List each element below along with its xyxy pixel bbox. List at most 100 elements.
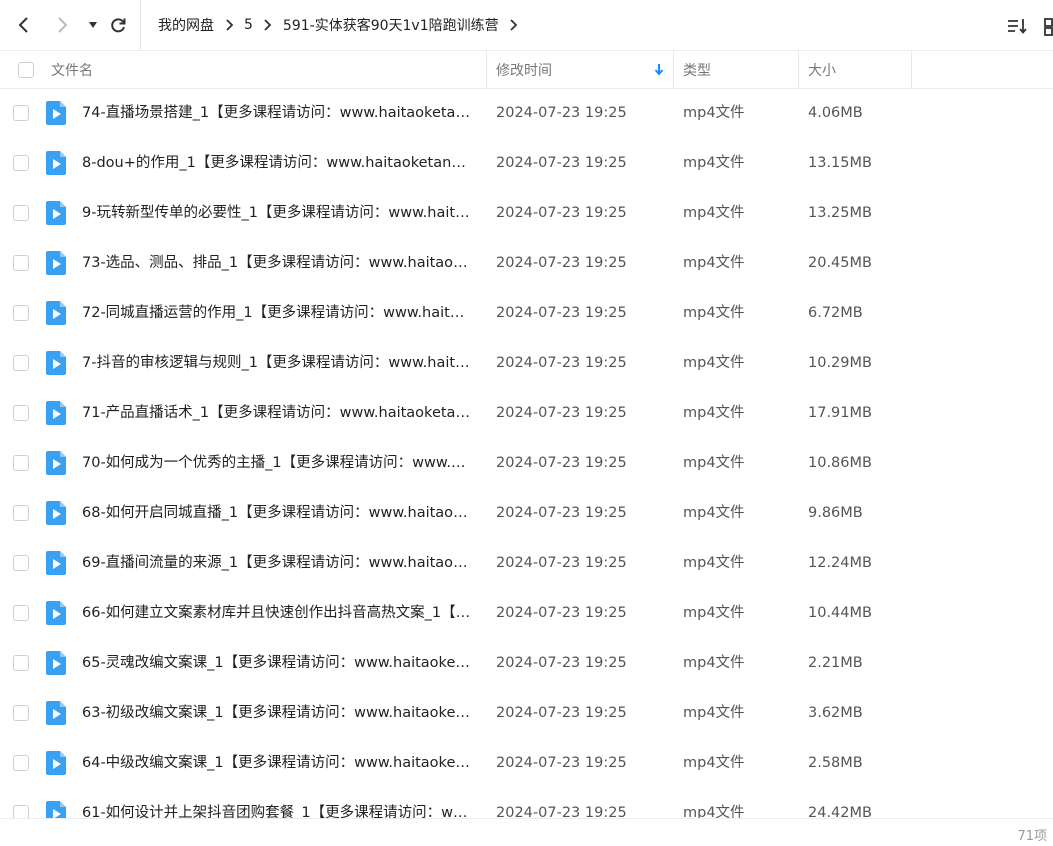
- file-name[interactable]: 9-玩转新型传单的必要性_1【更多课程请访问：www.haitaoketang.…: [82, 188, 472, 238]
- file-row[interactable]: 72-同城直播运营的作用_1【更多课程请访问：www.haitaoketang.…: [0, 288, 1053, 338]
- history-dropdown-button[interactable]: [82, 14, 104, 36]
- row-checkbox[interactable]: [13, 255, 29, 271]
- file-name[interactable]: 73-选品、测品、排品_1【更多课程请访问：www.haitaoketang.c…: [82, 238, 472, 288]
- file-row[interactable]: 8-dou+的作用_1【更多课程请访问：www.haitaoketang.com…: [0, 138, 1053, 188]
- file-name[interactable]: 7-抖音的审核逻辑与规则_1【更多课程请访问：www.haitaoketang.…: [82, 338, 472, 388]
- file-name[interactable]: 71-产品直播话术_1【更多课程请访问：www.haitaoketang.com…: [82, 388, 472, 438]
- file-row[interactable]: 74-直播场景搭建_1【更多课程请访问：www.haitaoketang.com…: [0, 88, 1053, 138]
- video-file-icon: [46, 101, 66, 125]
- file-row[interactable]: 70-如何成为一个优秀的主播_1【更多课程请访问：www.haitaoketan…: [0, 438, 1053, 488]
- row-checkbox[interactable]: [13, 755, 29, 771]
- file-name[interactable]: 74-直播场景搭建_1【更多课程请访问：www.haitaoketang.com…: [82, 88, 472, 138]
- row-checkbox[interactable]: [13, 455, 29, 471]
- column-header: 文件名 修改时间 类型 大小: [0, 51, 1053, 89]
- sort-button[interactable]: [1006, 15, 1028, 37]
- item-count: 71项: [1017, 829, 1047, 844]
- file-modified-time: 2024-07-23 19:25: [496, 205, 627, 221]
- toolbar: 我的网盘 5 591-实体获客90天1v1陪跑训练营: [0, 0, 1053, 51]
- video-file-icon: [46, 551, 66, 575]
- row-checkbox[interactable]: [13, 305, 29, 321]
- breadcrumb-item-5[interactable]: 5: [244, 17, 253, 33]
- column-size[interactable]: 大小: [808, 51, 836, 88]
- file-row[interactable]: 65-灵魂改编文案课_1【更多课程请访问：www.haitaoketang.co…: [0, 638, 1053, 688]
- file-modified-time: 2024-07-23 19:25: [496, 105, 627, 121]
- column-name[interactable]: 文件名: [51, 51, 93, 88]
- file-row[interactable]: 63-初级改编文案课_1【更多课程请访问：www.haitaoketang.co…: [0, 688, 1053, 738]
- file-name[interactable]: 63-初级改编文案课_1【更多课程请访问：www.haitaoketang.co…: [82, 688, 472, 738]
- file-size: 13.15MB: [808, 155, 872, 171]
- file-name[interactable]: 72-同城直播运营的作用_1【更多课程请访问：www.haitaoketang.…: [82, 288, 472, 338]
- forward-button[interactable]: [51, 14, 73, 36]
- file-row[interactable]: 69-直播间流量的来源_1【更多课程请访问：www.haitaoketang.c…: [0, 538, 1053, 588]
- video-file-icon: [46, 301, 66, 325]
- file-size: 4.06MB: [808, 105, 863, 121]
- chevron-right-icon: [259, 18, 277, 32]
- row-checkbox[interactable]: [13, 705, 29, 721]
- file-row[interactable]: 68-如何开启同城直播_1【更多课程请访问：www.haitaoketang.c…: [0, 488, 1053, 538]
- row-checkbox[interactable]: [13, 355, 29, 371]
- column-divider[interactable]: [486, 51, 487, 88]
- file-type: mp4文件: [683, 405, 745, 421]
- file-size: 10.86MB: [808, 455, 872, 471]
- column-divider[interactable]: [673, 51, 674, 88]
- file-modified-time: 2024-07-23 19:25: [496, 655, 627, 671]
- file-type: mp4文件: [683, 555, 745, 571]
- file-row[interactable]: 7-抖音的审核逻辑与规则_1【更多课程请访问：www.haitaoketang.…: [0, 338, 1053, 388]
- row-checkbox[interactable]: [13, 155, 29, 171]
- file-name[interactable]: 64-中级改编文案课_1【更多课程请访问：www.haitaoketang.co…: [82, 738, 472, 788]
- file-type: mp4文件: [683, 105, 745, 121]
- row-checkbox[interactable]: [13, 555, 29, 571]
- row-checkbox[interactable]: [13, 805, 29, 818]
- file-size: 20.45MB: [808, 255, 872, 271]
- file-row[interactable]: 61-如何设计并上架抖音团购套餐_1【更多课程请访问：www.haitaoket…: [0, 788, 1053, 818]
- caret-down-icon: [89, 22, 97, 28]
- row-checkbox[interactable]: [13, 105, 29, 121]
- file-type: mp4文件: [683, 805, 745, 818]
- file-name[interactable]: 69-直播间流量的来源_1【更多课程请访问：www.haitaoketang.c…: [82, 538, 472, 588]
- column-type[interactable]: 类型: [683, 51, 711, 88]
- file-name[interactable]: 61-如何设计并上架抖音团购套餐_1【更多课程请访问：www.haitaoket…: [82, 788, 472, 818]
- breadcrumb-item-root[interactable]: 我的网盘: [158, 15, 214, 35]
- file-row[interactable]: 73-选品、测品、排品_1【更多课程请访问：www.haitaoketang.c…: [0, 238, 1053, 288]
- file-size: 10.29MB: [808, 355, 872, 371]
- file-type: mp4文件: [683, 705, 745, 721]
- grid-view-icon[interactable]: [1043, 15, 1053, 37]
- back-button[interactable]: [13, 14, 35, 36]
- breadcrumb-item-current[interactable]: 591-实体获客90天1v1陪跑训练营: [283, 15, 499, 35]
- file-row[interactable]: 71-产品直播话术_1【更多课程请访问：www.haitaoketang.com…: [0, 388, 1053, 438]
- file-modified-time: 2024-07-23 19:25: [496, 255, 627, 271]
- file-name[interactable]: 68-如何开启同城直播_1【更多课程请访问：www.haitaoketang.c…: [82, 488, 472, 538]
- arrow-down-icon[interactable]: [654, 51, 664, 88]
- file-name[interactable]: 70-如何成为一个优秀的主播_1【更多课程请访问：www.haitaoketan…: [82, 438, 472, 488]
- chevron-right-icon: [220, 18, 238, 32]
- file-size: 9.86MB: [808, 505, 863, 521]
- column-divider[interactable]: [798, 51, 799, 88]
- row-checkbox[interactable]: [13, 605, 29, 621]
- refresh-button[interactable]: [107, 14, 129, 36]
- file-row[interactable]: 9-玩转新型传单的必要性_1【更多课程请访问：www.haitaoketang.…: [0, 188, 1053, 238]
- file-modified-time: 2024-07-23 19:25: [496, 805, 627, 818]
- file-row[interactable]: 66-如何建立文案素材库并且快速创作出抖音高热文案_1【更多课程请访问：www.…: [0, 588, 1053, 638]
- file-name[interactable]: 65-灵魂改编文案课_1【更多课程请访问：www.haitaoketang.co…: [82, 638, 472, 688]
- video-file-icon: [46, 651, 66, 675]
- column-modified[interactable]: 修改时间: [496, 51, 552, 88]
- file-list: 74-直播场景搭建_1【更多课程请访问：www.haitaoketang.com…: [0, 88, 1053, 818]
- file-size: 2.58MB: [808, 755, 863, 771]
- row-checkbox[interactable]: [13, 655, 29, 671]
- file-name[interactable]: 66-如何建立文案素材库并且快速创作出抖音高热文案_1【更多课程请访问：www.…: [82, 588, 472, 638]
- video-file-icon: [46, 351, 66, 375]
- video-file-icon: [46, 151, 66, 175]
- sort-list-icon: [1008, 19, 1027, 34]
- video-file-icon: [46, 751, 66, 775]
- file-row[interactable]: 64-中级改编文案课_1【更多课程请访问：www.haitaoketang.co…: [0, 738, 1053, 788]
- file-size: 2.21MB: [808, 655, 863, 671]
- column-divider[interactable]: [911, 51, 912, 88]
- file-name[interactable]: 8-dou+的作用_1【更多课程请访问：www.haitaoketang.com…: [82, 138, 472, 188]
- file-modified-time: 2024-07-23 19:25: [496, 405, 627, 421]
- row-checkbox[interactable]: [13, 505, 29, 521]
- file-modified-time: 2024-07-23 19:25: [496, 155, 627, 171]
- row-checkbox[interactable]: [13, 205, 29, 221]
- breadcrumb: 我的网盘 5 591-实体获客90天1v1陪跑训练营: [140, 0, 529, 50]
- row-checkbox[interactable]: [13, 405, 29, 421]
- select-all-checkbox[interactable]: [18, 51, 34, 88]
